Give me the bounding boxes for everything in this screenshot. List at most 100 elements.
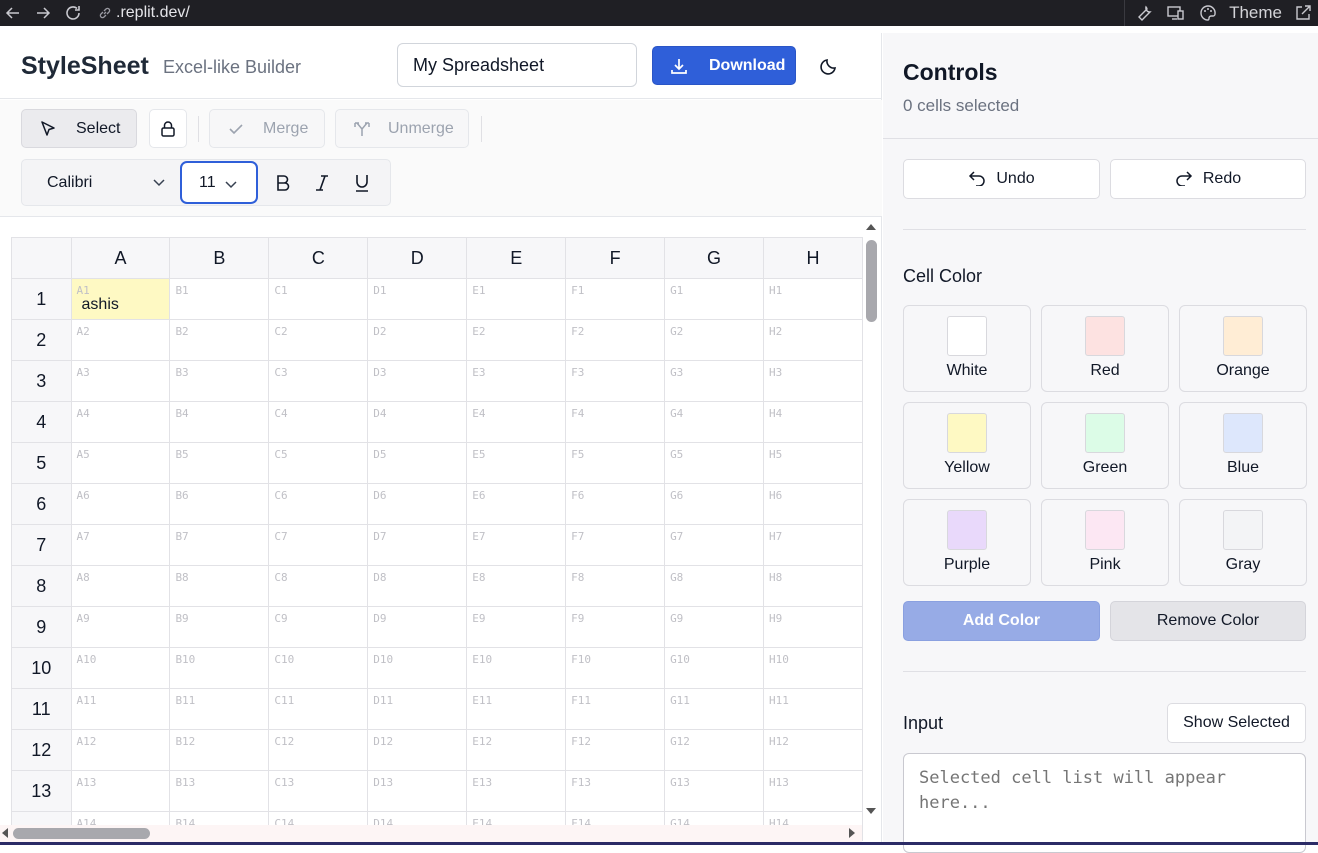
column-header[interactable]: F — [565, 237, 666, 279]
grid-corner[interactable] — [11, 237, 72, 279]
grid-cell[interactable]: D8 — [367, 565, 468, 607]
selected-cells-textarea[interactable] — [903, 753, 1306, 853]
vertical-scroll-thumb[interactable] — [866, 240, 877, 322]
grid-cell[interactable]: C5 — [268, 442, 369, 484]
grid-cell[interactable]: C2 — [268, 319, 369, 361]
row-header[interactable]: 12 — [11, 729, 72, 771]
grid-cell[interactable]: D10 — [367, 647, 468, 689]
grid-cell[interactable]: B12 — [169, 729, 270, 771]
color-option-gray[interactable]: Gray — [1179, 499, 1307, 586]
grid-cell[interactable]: D1 — [367, 278, 468, 320]
wrench-icon[interactable] — [1133, 2, 1155, 24]
spreadsheet-name-input[interactable] — [397, 43, 637, 87]
grid-cell[interactable]: A1 ashis — [70, 278, 171, 320]
row-header[interactable]: 9 — [11, 606, 72, 648]
grid-cell[interactable]: D12 — [367, 729, 468, 771]
grid-cell[interactable]: B7 — [169, 524, 270, 566]
grid-cell[interactable]: B9 — [169, 606, 270, 648]
row-header[interactable]: 3 — [11, 360, 72, 402]
grid-cell[interactable]: E3 — [466, 360, 567, 402]
grid-cell[interactable]: C7 — [268, 524, 369, 566]
unmerge-button[interactable]: Unmerge — [335, 109, 469, 148]
redo-button[interactable]: Redo — [1110, 159, 1306, 199]
grid-cell[interactable]: C11 — [268, 688, 369, 730]
grid-cell[interactable]: B6 — [169, 483, 270, 525]
grid-cell[interactable]: H12 — [763, 729, 863, 771]
grid-cell[interactable]: D9 — [367, 606, 468, 648]
grid-cell[interactable]: F9 — [565, 606, 666, 648]
grid-cell[interactable]: F3 — [565, 360, 666, 402]
lock-button[interactable] — [149, 109, 187, 148]
row-header[interactable]: 1 — [11, 278, 72, 320]
column-header[interactable]: H — [763, 237, 863, 279]
grid-cell[interactable]: E13 — [466, 770, 567, 812]
grid-cell[interactable]: B8 — [169, 565, 270, 607]
bold-icon[interactable] — [272, 172, 294, 194]
grid-cell[interactable]: C12 — [268, 729, 369, 771]
grid-cell[interactable]: C1 — [268, 278, 369, 320]
grid-cell[interactable]: D2 — [367, 319, 468, 361]
grid-cell[interactable]: A2 — [70, 319, 171, 361]
address-bar[interactable]: .replit.dev/ — [98, 4, 190, 22]
grid-cell[interactable]: F2 — [565, 319, 666, 361]
grid-cell[interactable]: H6 — [763, 483, 863, 525]
grid-cell[interactable]: G12 — [664, 729, 765, 771]
grid-cell[interactable]: E6 — [466, 483, 567, 525]
color-option-yellow[interactable]: Yellow — [903, 402, 1031, 489]
grid-cell[interactable]: H7 — [763, 524, 863, 566]
font-size-select[interactable]: 11 — [180, 161, 258, 204]
grid-cell[interactable]: C10 — [268, 647, 369, 689]
grid-cell[interactable]: E11 — [466, 688, 567, 730]
grid-cell[interactable]: E7 — [466, 524, 567, 566]
grid-cell[interactable]: H9 — [763, 606, 863, 648]
grid-cell[interactable]: B3 — [169, 360, 270, 402]
grid-cell[interactable]: F8 — [565, 565, 666, 607]
italic-icon[interactable] — [311, 172, 333, 194]
grid-cell[interactable]: C9 — [268, 606, 369, 648]
color-option-red[interactable]: Red — [1041, 305, 1169, 392]
grid-cell[interactable]: A10 — [70, 647, 171, 689]
grid-cell[interactable]: E4 — [466, 401, 567, 443]
grid-cell[interactable]: D5 — [367, 442, 468, 484]
grid-cell[interactable]: D13 — [367, 770, 468, 812]
grid-cell[interactable]: A3 — [70, 360, 171, 402]
grid-cell[interactable]: G1 — [664, 278, 765, 320]
grid-cell[interactable]: F11 — [565, 688, 666, 730]
row-header[interactable]: 8 — [11, 565, 72, 607]
devices-icon[interactable] — [1165, 2, 1187, 24]
grid-cell[interactable]: G7 — [664, 524, 765, 566]
grid-cell[interactable]: B1 — [169, 278, 270, 320]
grid-cell[interactable]: E10 — [466, 647, 567, 689]
grid-cell[interactable]: G2 — [664, 319, 765, 361]
color-option-blue[interactable]: Blue — [1179, 402, 1307, 489]
grid-cell[interactable]: H1 — [763, 278, 863, 320]
grid-cell[interactable]: G11 — [664, 688, 765, 730]
grid-cell[interactable]: G8 — [664, 565, 765, 607]
grid-cell[interactable]: B10 — [169, 647, 270, 689]
grid-cell[interactable]: A11 — [70, 688, 171, 730]
grid-cell[interactable]: D7 — [367, 524, 468, 566]
external-link-icon[interactable] — [1292, 2, 1314, 24]
font-family-select[interactable]: Calibri — [32, 167, 168, 199]
grid-cell[interactable]: B4 — [169, 401, 270, 443]
row-header[interactable]: 6 — [11, 483, 72, 525]
column-header[interactable]: B — [169, 237, 270, 279]
grid-cell[interactable]: G10 — [664, 647, 765, 689]
row-header[interactable]: 13 — [11, 770, 72, 812]
grid-cell[interactable]: G4 — [664, 401, 765, 443]
grid-cell[interactable]: E12 — [466, 729, 567, 771]
horizontal-scroll-thumb[interactable] — [13, 828, 150, 839]
grid-cell[interactable]: B2 — [169, 319, 270, 361]
grid-cell[interactable]: F1 — [565, 278, 666, 320]
grid-cell[interactable]: H13 — [763, 770, 863, 812]
grid-cell[interactable]: D4 — [367, 401, 468, 443]
grid-cell[interactable]: F4 — [565, 401, 666, 443]
reload-icon[interactable] — [62, 2, 84, 24]
select-tool-button[interactable]: Select — [21, 109, 137, 148]
color-option-green[interactable]: Green — [1041, 402, 1169, 489]
grid-cell[interactable]: G6 — [664, 483, 765, 525]
row-header[interactable]: 2 — [11, 319, 72, 361]
grid-cell[interactable]: E1 — [466, 278, 567, 320]
row-header[interactable]: 7 — [11, 524, 72, 566]
column-header[interactable]: C — [268, 237, 369, 279]
